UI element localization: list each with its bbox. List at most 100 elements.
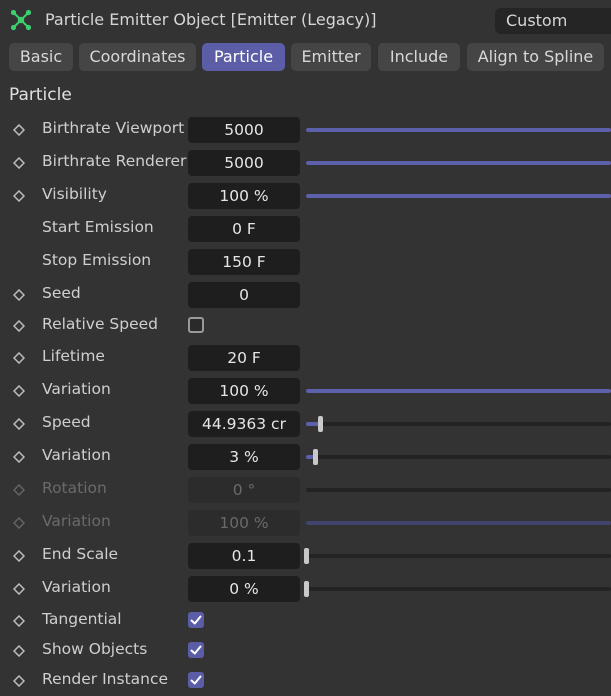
param-row-variation: Variation 100 % <box>0 508 611 538</box>
slider-fill <box>306 521 611 525</box>
param-row-render-instance: Render Instance <box>0 666 611 696</box>
keyframe-diamond-icon[interactable] <box>13 451 25 463</box>
param-row-variation: Variation 0 % <box>0 574 611 604</box>
param-row-lifetime: Lifetime 20 F <box>0 343 611 373</box>
keyframe-diamond-icon[interactable] <box>13 615 25 627</box>
title-bar: Particle Emitter Object [Emitter (Legacy… <box>0 0 611 40</box>
param-slider[interactable] <box>304 548 611 564</box>
param-value-field[interactable]: 5000 <box>188 117 300 143</box>
keyframe-diamond-icon[interactable] <box>13 418 25 430</box>
param-checkbox[interactable] <box>188 612 204 628</box>
param-checkbox[interactable] <box>188 317 204 333</box>
tab-emitter[interactable]: Emitter <box>291 43 371 71</box>
keyframe-diamond-icon[interactable] <box>13 645 25 657</box>
mode-dropdown[interactable]: Custom <box>495 8 611 34</box>
tab-align-to-spline[interactable]: Align to Spline <box>467 43 604 71</box>
param-label: Start Emission <box>42 218 154 236</box>
keyframe-diamond-icon[interactable] <box>13 583 25 595</box>
param-label: Tangential <box>42 610 122 628</box>
param-slider <box>306 488 611 492</box>
slider-handle[interactable] <box>317 416 323 432</box>
param-row-show-objects: Show Objects <box>0 636 611 666</box>
param-label: Variation <box>42 446 111 464</box>
param-row-start-emission: Start Emission 0 F <box>0 214 611 244</box>
param-value-field[interactable]: 0.1 <box>188 543 300 569</box>
slider-fill <box>306 389 611 393</box>
param-label: Speed <box>42 413 91 431</box>
object-title: Particle Emitter Object [Emitter (Legacy… <box>45 10 377 29</box>
keyframe-diamond-icon[interactable] <box>13 517 25 529</box>
param-checkbox[interactable] <box>188 642 204 658</box>
slider-fill <box>306 194 611 198</box>
param-row-speed: Speed 44.9363 cr <box>0 409 611 439</box>
param-label: Show Objects <box>42 640 148 658</box>
param-value-field[interactable]: 20 F <box>188 345 300 371</box>
param-value-field[interactable]: 3 % <box>188 444 300 470</box>
checkmark-icon <box>190 615 202 625</box>
param-label: Variation <box>42 578 111 596</box>
param-label: Variation <box>42 380 111 398</box>
keyframe-diamond-icon[interactable] <box>13 675 25 687</box>
param-label: End Scale <box>42 545 119 563</box>
param-slider[interactable] <box>304 581 611 597</box>
param-label: Lifetime <box>42 347 105 365</box>
param-row-relative-speed: Relative Speed <box>0 311 611 341</box>
keyframe-diamond-icon[interactable] <box>13 124 25 136</box>
param-label: Rotation <box>42 479 107 497</box>
param-value-field: 100 % <box>188 510 300 536</box>
param-label: Stop Emission <box>42 251 152 269</box>
section-title: Particle <box>9 85 72 105</box>
param-label: Render Instance <box>42 670 169 688</box>
param-value-field[interactable]: 0 % <box>188 576 300 602</box>
param-slider[interactable] <box>306 389 611 393</box>
param-slider[interactable] <box>306 194 611 198</box>
tab-particle[interactable]: Particle <box>202 43 285 71</box>
slider-handle[interactable] <box>304 548 309 564</box>
param-value-field[interactable]: 100 % <box>188 378 300 404</box>
param-label: Relative Speed <box>42 315 159 333</box>
tab-basic[interactable]: Basic <box>9 43 73 71</box>
param-slider[interactable] <box>306 416 611 432</box>
param-value-field: 0 ° <box>188 477 300 503</box>
param-row-seed: Seed 0 <box>0 280 611 310</box>
keyframe-diamond-icon[interactable] <box>13 484 25 496</box>
slider-handle[interactable] <box>313 449 319 465</box>
param-label: Visibility <box>42 185 107 203</box>
slider-handle[interactable] <box>304 581 309 597</box>
param-checkbox[interactable] <box>188 672 204 688</box>
checkmark-icon <box>190 675 202 685</box>
param-slider[interactable] <box>306 449 611 465</box>
particle-emitter-icon <box>10 9 32 31</box>
param-row-variation: Variation 100 % <box>0 376 611 406</box>
param-row-end-scale: End Scale 0.1 <box>0 541 611 571</box>
param-row-tangential: Tangential <box>0 606 611 636</box>
param-slider[interactable] <box>306 128 611 132</box>
keyframe-diamond-icon[interactable] <box>13 550 25 562</box>
keyframe-diamond-icon[interactable] <box>13 190 25 202</box>
checkmark-icon <box>190 645 202 655</box>
param-slider <box>306 521 611 525</box>
keyframe-diamond-icon[interactable] <box>13 385 25 397</box>
param-value-field[interactable]: 150 F <box>188 249 300 275</box>
param-row-birthrate-renderer: Birthrate Renderer 5000 <box>0 148 611 178</box>
tab-include[interactable]: Include <box>378 43 460 71</box>
param-value-field[interactable]: 0 F <box>188 216 300 242</box>
param-value-field[interactable]: 100 % <box>188 183 300 209</box>
param-slider[interactable] <box>306 161 611 165</box>
param-label: Birthrate Renderer <box>42 152 187 170</box>
keyframe-diamond-icon[interactable] <box>13 320 25 332</box>
param-row-variation: Variation 3 % <box>0 442 611 472</box>
slider-fill <box>306 128 611 132</box>
param-row-stop-emission: Stop Emission 150 F <box>0 247 611 277</box>
param-row-visibility: Visibility 100 % <box>0 181 611 211</box>
param-label: Seed <box>42 284 81 302</box>
param-value-field[interactable]: 44.9363 cr <box>188 411 300 437</box>
slider-fill <box>306 161 611 165</box>
keyframe-diamond-icon[interactable] <box>13 352 25 364</box>
keyframe-diamond-icon[interactable] <box>13 157 25 169</box>
param-value-field[interactable]: 0 <box>188 282 300 308</box>
param-row-birthrate-viewport: Birthrate Viewport 5000 <box>0 115 611 145</box>
tab-coordinates[interactable]: Coordinates <box>79 43 196 71</box>
keyframe-diamond-icon[interactable] <box>13 289 25 301</box>
param-value-field[interactable]: 5000 <box>188 150 300 176</box>
